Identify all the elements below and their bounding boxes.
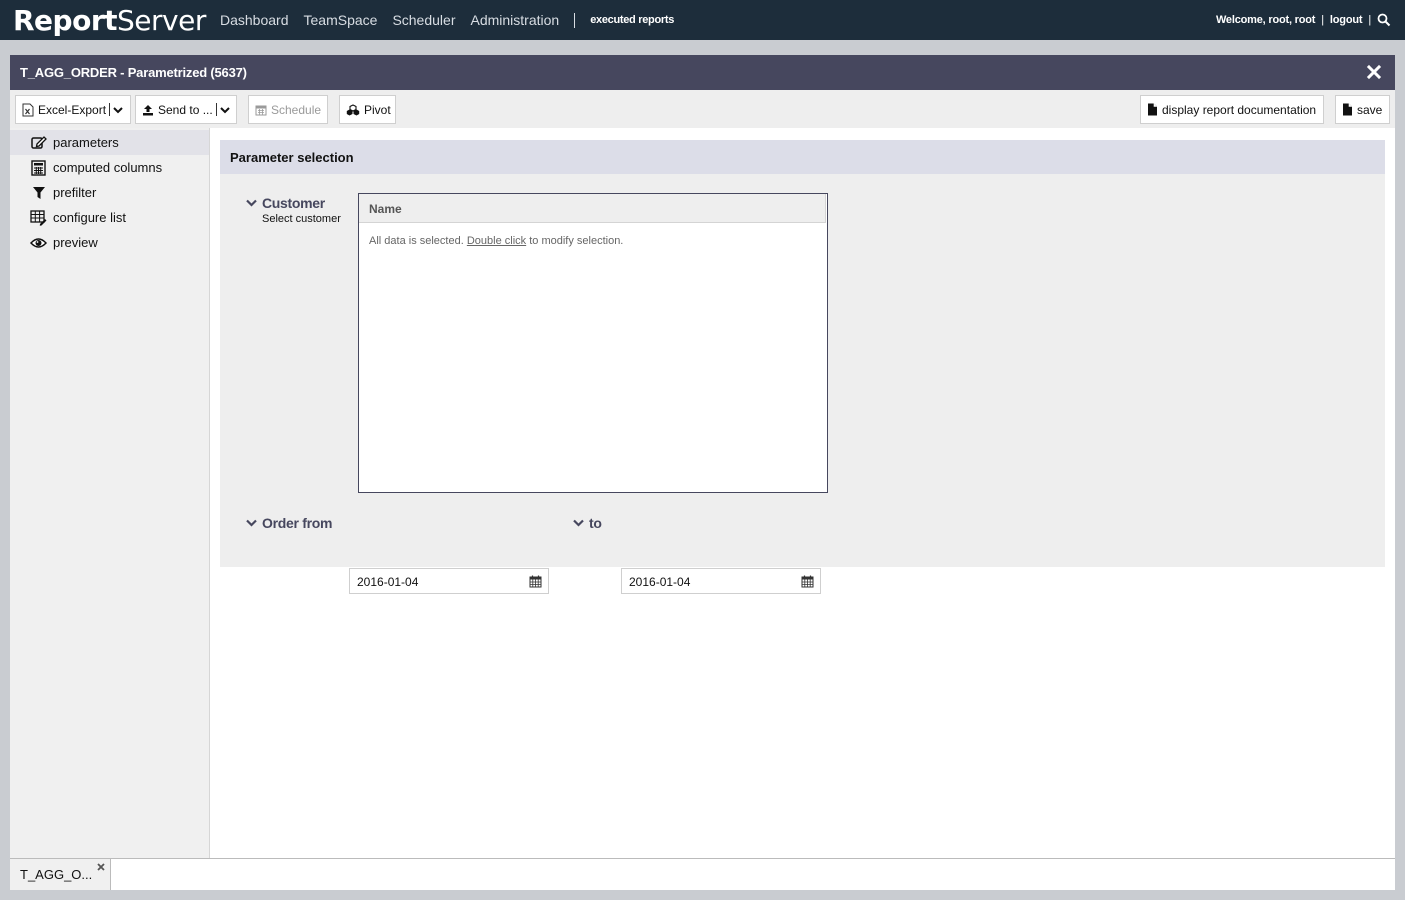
- sidebar-item-label: configure list: [53, 210, 126, 225]
- chevron-down-icon: [246, 199, 257, 207]
- window-tab-bar: T_AGG_O...: [10, 858, 1395, 890]
- calendar-icon: [255, 105, 267, 115]
- calculator-icon: [30, 159, 47, 176]
- window-title-bar: T_AGG_ORDER - Parametrized (5637): [10, 55, 1395, 90]
- send-to-dropdown[interactable]: [215, 103, 230, 116]
- parameter-panel: Parameter selection Customer Select cust…: [220, 140, 1385, 594]
- nav-executed-reports[interactable]: executed reports: [590, 14, 674, 26]
- nav-dashboard[interactable]: Dashboard: [220, 12, 289, 28]
- double-click-hint: Double click: [466, 235, 527, 247]
- report-window: T_AGG_ORDER - Parametrized (5637) Excel-…: [10, 55, 1395, 890]
- filter-icon: [30, 184, 47, 201]
- sidebar-item-label: preview: [53, 235, 98, 250]
- customer-selection-list[interactable]: Name All data is selected. Double click …: [358, 193, 828, 493]
- user-nav: Welcome, root, root | logout |: [1216, 13, 1391, 27]
- report-toolbar: Excel-Export Send to ... Schedule Pivot …: [10, 90, 1395, 128]
- nav-administration[interactable]: Administration: [470, 12, 559, 28]
- nav-separator: [574, 12, 576, 28]
- sidebar-item-configure-list[interactable]: configure list: [10, 205, 209, 230]
- sidebar-item-label: parameters: [53, 135, 119, 150]
- customer-parameter-name: Customer: [262, 195, 325, 211]
- parameter-panel-header: Parameter selection: [220, 140, 1385, 174]
- to-date-field[interactable]: 2016-01-04: [621, 568, 821, 594]
- selection-message: All data is selected. Double click to mo…: [369, 235, 623, 247]
- close-icon[interactable]: [1366, 64, 1382, 80]
- display-documentation-button[interactable]: display report documentation: [1140, 95, 1324, 124]
- divider: |: [1368, 14, 1371, 26]
- pivot-button[interactable]: Pivot: [339, 95, 396, 124]
- display-documentation-label: display report documentation: [1162, 102, 1317, 117]
- sidebar-item-prefilter[interactable]: prefilter: [10, 180, 209, 205]
- order-from-date-field[interactable]: 2016-01-04: [349, 568, 549, 594]
- selection-message-text: All data is selected.: [369, 235, 467, 247]
- upload-icon: [143, 104, 153, 115]
- nav-scheduler[interactable]: Scheduler: [392, 12, 455, 28]
- excel-export-label: Excel-Export: [38, 102, 107, 117]
- customer-parameter-description: Select customer: [262, 213, 341, 225]
- chevron-down-icon: [573, 519, 584, 527]
- excel-file-icon: [22, 103, 34, 116]
- to-parameter-name: to: [589, 515, 602, 531]
- column-header-name[interactable]: Name: [359, 194, 826, 223]
- chevron-down-icon: [246, 519, 257, 527]
- send-to-label: Send to ...: [158, 102, 213, 117]
- logo-text-bold: Report: [13, 4, 118, 37]
- sidebar-item-label: computed columns: [53, 160, 163, 175]
- chevron-down-icon: [219, 106, 230, 113]
- sidebar-item-computed-columns[interactable]: computed columns: [10, 155, 209, 180]
- welcome-text: Welcome, root, root: [1215, 14, 1316, 26]
- table-edit-icon: [30, 209, 47, 226]
- logo-text-light: Server: [117, 4, 206, 37]
- cubes-icon: [346, 103, 360, 115]
- sidebar-item-preview[interactable]: preview: [10, 230, 209, 255]
- to-date-value: 2016-01-04: [629, 575, 691, 589]
- excel-export-dropdown[interactable]: [109, 103, 123, 116]
- save-label: save: [1357, 102, 1383, 117]
- report-sidebar: parameters computed columns prefilter co…: [10, 128, 210, 858]
- divider: |: [1321, 14, 1324, 26]
- schedule-label: Schedule: [271, 102, 322, 117]
- order-from-parameter-name: Order from: [262, 515, 333, 531]
- send-to-button[interactable]: Send to ...: [135, 95, 237, 124]
- tab-label: T_AGG_O...: [20, 867, 93, 882]
- search-icon[interactable]: [1377, 13, 1391, 27]
- file-icon: [1343, 103, 1352, 116]
- excel-export-button[interactable]: Excel-Export: [15, 95, 131, 124]
- to-parameter-toggle[interactable]: to: [573, 515, 602, 531]
- edit-icon: [30, 134, 47, 151]
- parameter-panel-title: Parameter selection: [230, 150, 354, 165]
- sidebar-item-label: prefilter: [53, 185, 97, 200]
- schedule-button[interactable]: Schedule: [248, 95, 328, 124]
- chevron-down-icon: [113, 106, 123, 113]
- eye-icon: [30, 234, 47, 251]
- logout-link[interactable]: logout: [1330, 14, 1363, 26]
- selection-message-text: to modify selection.: [526, 235, 624, 247]
- main-nav: Dashboard TeamSpace Scheduler Administra…: [220, 12, 674, 28]
- order-from-parameter-toggle[interactable]: Order from: [246, 515, 332, 531]
- nav-teamspace[interactable]: TeamSpace: [304, 12, 378, 28]
- order-from-date-value: 2016-01-04: [357, 575, 419, 589]
- save-button[interactable]: save: [1335, 95, 1390, 124]
- column-header-label: Name: [369, 202, 402, 216]
- sidebar-item-parameters[interactable]: parameters: [10, 130, 209, 155]
- pivot-label: Pivot: [364, 102, 391, 117]
- calendar-icon[interactable]: [529, 575, 542, 588]
- customer-parameter-toggle[interactable]: Customer: [246, 195, 325, 211]
- calendar-icon[interactable]: [801, 575, 814, 588]
- top-navigation-bar: ReportServer Dashboard TeamSpace Schedul…: [0, 0, 1405, 40]
- window-title: T_AGG_ORDER - Parametrized (5637): [20, 65, 247, 80]
- close-icon[interactable]: [96, 862, 106, 872]
- app-logo[interactable]: ReportServer: [13, 4, 206, 37]
- tab-report[interactable]: T_AGG_O...: [10, 859, 111, 890]
- file-icon: [1148, 103, 1157, 116]
